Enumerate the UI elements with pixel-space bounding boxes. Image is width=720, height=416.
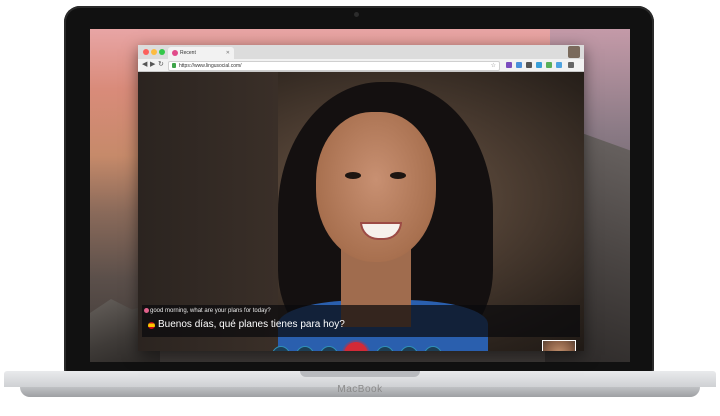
extension-icon[interactable] <box>536 62 542 68</box>
microphone-icon: ● <box>353 348 360 351</box>
bookmark-star-icon[interactable]: ☆ <box>491 62 496 70</box>
close-tab-icon[interactable]: ✕ <box>226 47 230 59</box>
browser-tab[interactable]: Recent ✕ <box>168 47 234 59</box>
extension-icon[interactable] <box>556 62 562 68</box>
eye <box>390 172 406 179</box>
play-icon: ▶ <box>406 350 413 351</box>
toolbar: ◀ ▶ ↻ https://www.lingusocial.com/ ☆ <box>138 59 584 72</box>
hangup-icon: ☏ <box>427 350 438 351</box>
video-off-icon: ▣ <box>301 350 310 351</box>
menu-icon[interactable] <box>568 62 574 68</box>
reload-icon[interactable]: ↻ <box>158 59 164 71</box>
extension-icon[interactable] <box>546 62 552 68</box>
remote-video: good morning, what are your plans for to… <box>138 72 584 351</box>
translated-text: Buenos días, qué planes tienes para hoy? <box>158 319 345 330</box>
extension-icon[interactable] <box>526 62 532 68</box>
close-window-button[interactable] <box>143 49 149 55</box>
forward-icon[interactable]: ▶ <box>150 59 155 71</box>
browser-window: Recent ✕ ◀ ▶ ↻ https://www.lingusocial.c… <box>138 45 584 351</box>
favicon-icon <box>172 50 178 56</box>
eye <box>345 172 361 179</box>
speaker-icon <box>144 308 149 313</box>
base-notch <box>300 371 420 377</box>
back-icon[interactable]: ◀ <box>142 59 147 71</box>
tab-title: Recent <box>180 50 196 56</box>
minimize-window-button[interactable] <box>151 49 157 55</box>
original-text: good morning, what are your plans for to… <box>150 308 271 314</box>
self-view-thumbnail[interactable] <box>542 340 576 351</box>
lock-icon <box>172 63 176 68</box>
chat-icon: ≡ <box>382 350 387 351</box>
camera-icon: ◉ <box>277 350 285 351</box>
webcam-dot <box>354 12 359 17</box>
subtitle-panel: good morning, what are your plans for to… <box>142 305 580 337</box>
settings-icon: ⦾ <box>325 350 332 351</box>
original-transcript: good morning, what are your plans for to… <box>144 308 271 314</box>
macbook-label: MacBook <box>337 384 383 395</box>
maximize-window-button[interactable] <box>159 49 165 55</box>
extension-icon[interactable] <box>516 62 522 68</box>
profile-avatar[interactable] <box>568 46 580 58</box>
address-bar[interactable]: https://www.lingusocial.com/ ☆ <box>168 61 500 71</box>
tab-bar: Recent ✕ <box>138 45 584 59</box>
extension-icon[interactable] <box>506 62 512 68</box>
url-text: https://www.lingusocial.com/ <box>179 63 242 69</box>
spain-flag-icon <box>148 322 155 329</box>
